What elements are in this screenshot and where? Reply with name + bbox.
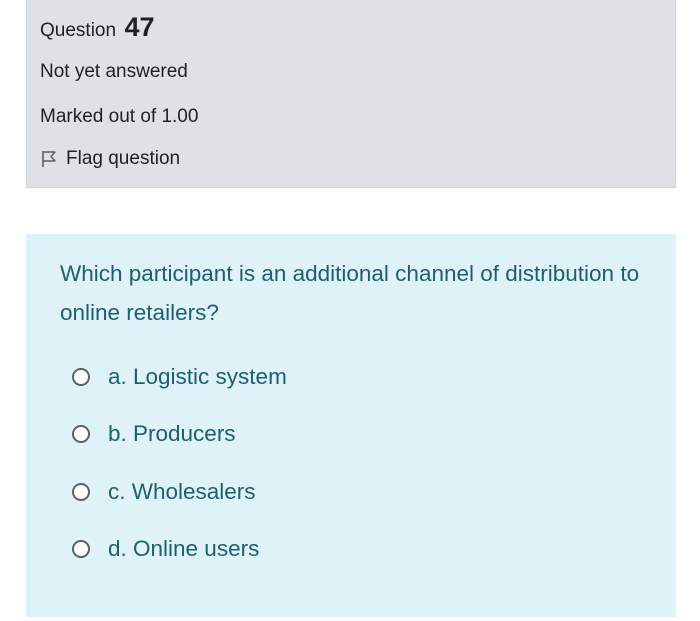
answer-option-c[interactable]: c. Wholesalers [72, 479, 256, 505]
answer-label: d. Online users [108, 536, 260, 561]
answer-option-a[interactable]: a. Logistic system [72, 364, 287, 390]
radio-button-icon[interactable] [72, 368, 90, 386]
question-word: Question [40, 20, 117, 41]
answer-option-b[interactable]: b. Producers [72, 421, 236, 447]
answer-label: a. Logistic system [108, 364, 287, 389]
radio-button-icon[interactable] [72, 540, 90, 558]
question-info-panel: Question 47 Not yet answered Marked out … [26, 0, 676, 188]
question-heading: Question 47 [40, 12, 155, 43]
question-grade: Marked out of 1.00 [40, 106, 199, 127]
flag-question-link[interactable]: Flag question [40, 148, 180, 170]
radio-button-icon[interactable] [72, 425, 90, 443]
question-text: Which participant is an additional chann… [60, 261, 640, 325]
question-number: 47 [124, 12, 155, 42]
question-state: Not yet answered [40, 61, 188, 82]
flag-question-label: Flag question [66, 148, 181, 169]
flag-icon [40, 150, 58, 168]
answer-label: b. Producers [108, 421, 236, 446]
answer-label: c. Wholesalers [108, 479, 256, 504]
question-content-panel: Which participant is an additional chann… [26, 234, 676, 617]
quiz-page: Question 47 Not yet answered Marked out … [0, 0, 700, 621]
answer-option-d[interactable]: d. Online users [72, 536, 259, 562]
radio-button-icon[interactable] [72, 483, 90, 501]
